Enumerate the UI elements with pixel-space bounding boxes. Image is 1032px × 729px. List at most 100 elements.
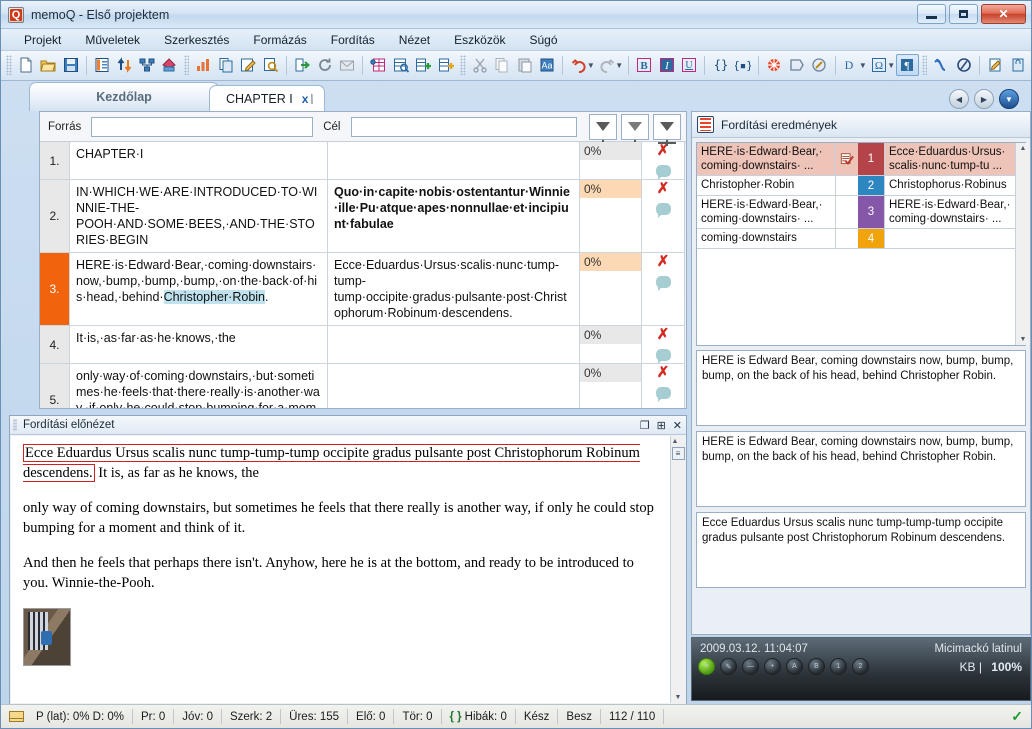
- error-x-icon[interactable]: ✗: [657, 254, 670, 269]
- comment-bubble-icon[interactable]: [655, 387, 671, 402]
- split-icon[interactable]: [953, 54, 975, 76]
- tab-kezdolap[interactable]: Kezdőlap: [29, 82, 219, 111]
- pilcrow-icon[interactable]: ¶: [896, 54, 919, 76]
- status-pen-icon[interactable]: ✎: [720, 658, 737, 675]
- menu-forditas[interactable]: Fordítás: [320, 30, 386, 50]
- edit-document-icon[interactable]: [237, 54, 259, 76]
- menu-muveletek[interactable]: Műveletek: [74, 30, 151, 50]
- row-target-text[interactable]: Quo·in·capite·nobis·ostentantur·Winnie·i…: [328, 180, 580, 252]
- row-source-text[interactable]: CHAPTER·I: [70, 142, 328, 179]
- tab-close-icon[interactable]: x: [302, 92, 309, 106]
- table-row[interactable]: 5. only·way·of·coming·downstairs,·but·so…: [40, 364, 684, 408]
- underline-icon[interactable]: U: [678, 54, 700, 76]
- error-x-icon[interactable]: ✗: [657, 365, 670, 380]
- scroll-up-icon[interactable]: ▲: [672, 436, 685, 447]
- tag-insert-icon[interactable]: {}: [709, 54, 731, 76]
- edit-note-icon[interactable]: [984, 54, 1006, 76]
- toolbar-grip-3[interactable]: [460, 55, 466, 75]
- target-filter-input[interactable]: [350, 116, 577, 137]
- dropcap-icon[interactable]: D: [839, 54, 861, 76]
- scroll-up-icon[interactable]: ▲: [1020, 143, 1027, 154]
- row-source-text[interactable]: only·way·of·coming·downstairs,·but·somet…: [70, 364, 328, 408]
- add-term-icon[interactable]: [412, 54, 434, 76]
- paste-icon[interactable]: [514, 54, 536, 76]
- term-base-icon[interactable]: [367, 54, 389, 76]
- nav-prev-icon[interactable]: ◀: [949, 89, 969, 109]
- menu-nezet[interactable]: Nézet: [388, 30, 441, 50]
- cut-icon[interactable]: [469, 54, 491, 76]
- add-term-plus-icon[interactable]: [435, 54, 457, 76]
- comment-icon[interactable]: [786, 54, 808, 76]
- menu-szerkesztes[interactable]: Szerkesztés: [153, 30, 240, 50]
- status-b-icon[interactable]: B: [808, 658, 825, 675]
- nav-next-icon[interactable]: ▶: [974, 89, 994, 109]
- results-vertical-scrollbar[interactable]: ▲ ▼: [1015, 143, 1030, 345]
- toolbar-grip-4[interactable]: [921, 55, 928, 75]
- export-icon[interactable]: [291, 54, 313, 76]
- row-target-text[interactable]: Ecce·Eduardus·Ursus·scalis·nunc·tump-tum…: [328, 253, 580, 325]
- lock-icon[interactable]: [1007, 54, 1029, 76]
- redo-icon[interactable]: [596, 54, 618, 76]
- copy-document-icon[interactable]: [215, 54, 237, 76]
- status-minus-icon[interactable]: —: [742, 658, 759, 675]
- source-filter-input[interactable]: [91, 116, 314, 137]
- menu-formazas[interactable]: Formázás: [242, 30, 317, 50]
- format-painter-icon[interactable]: Aa: [536, 54, 558, 76]
- error-x-icon[interactable]: ✗: [657, 327, 670, 342]
- error-x-icon[interactable]: ✗: [657, 143, 670, 158]
- status-dot-icon[interactable]: •: [764, 658, 781, 675]
- mail-icon[interactable]: [336, 54, 358, 76]
- restore-icon[interactable]: ❐: [640, 419, 650, 432]
- symbol-icon[interactable]: Ω: [868, 54, 890, 76]
- list-item[interactable]: coming·downstairs 4: [697, 229, 1015, 249]
- maximize-button[interactable]: [949, 4, 978, 24]
- preview-document[interactable]: Ecce Eduardus Ursus scalis nunc tump-tum…: [11, 436, 670, 703]
- list-item[interactable]: HERE·is·Edward·Bear,· coming·downstairs·…: [697, 143, 1015, 176]
- close-icon[interactable]: ✕: [673, 419, 682, 432]
- toolbar-grip[interactable]: [6, 55, 12, 75]
- undo-icon[interactable]: [567, 54, 589, 76]
- tab-chapter-i[interactable]: CHAPTER I x \: [209, 85, 326, 111]
- row-source-text[interactable]: IN·WHICH·WE·ARE·INTRODUCED·TO·WINNIE-THE…: [70, 180, 328, 252]
- status-2-icon[interactable]: 2: [852, 658, 869, 675]
- scroll-down-icon[interactable]: ▼: [1020, 334, 1027, 345]
- table-row[interactable]: 2. IN·WHICH·WE·ARE·INTRODUCED·TO·WINNIE-…: [40, 180, 684, 253]
- table-row[interactable]: 3. HERE·is·Edward·Bear,·coming·downstair…: [40, 253, 684, 326]
- statistics-icon[interactable]: [192, 54, 214, 76]
- menu-sugo[interactable]: Súgó: [519, 30, 569, 50]
- toolbar-grip-2[interactable]: [183, 55, 190, 75]
- minimize-button[interactable]: [917, 4, 946, 24]
- tag-pair-icon[interactable]: {▪}: [732, 54, 754, 76]
- italic-icon[interactable]: I: [656, 54, 678, 76]
- comment-bubble-icon[interactable]: [655, 165, 671, 180]
- table-row[interactable]: 4. It·is,·as·far·as·he·knows,·the 0% ✗: [40, 326, 684, 364]
- comment-bubble-icon[interactable]: [655, 276, 671, 291]
- row-target-text[interactable]: [328, 142, 580, 179]
- bold-icon[interactable]: B: [633, 54, 655, 76]
- row-source-text[interactable]: HERE·is·Edward·Bear,·coming·downstairs·n…: [70, 253, 328, 325]
- status-1-icon[interactable]: 1: [830, 658, 847, 675]
- quality-icon[interactable]: [808, 54, 830, 76]
- sort-icon[interactable]: [652, 113, 681, 146]
- import-export-icon[interactable]: [113, 54, 135, 76]
- filter-funnel-icon[interactable]: [588, 113, 617, 146]
- nav-menu-icon[interactable]: ▼: [999, 89, 1019, 109]
- preview-vertical-scrollbar[interactable]: ▲ ≡ ▼: [670, 436, 685, 703]
- scroll-down-icon[interactable]: ▼: [675, 692, 682, 703]
- project-icon[interactable]: [91, 54, 113, 76]
- grid-vertical-scrollbar[interactable]: ▲: [684, 142, 686, 408]
- preview-document-icon[interactable]: [260, 54, 282, 76]
- comment-bubble-icon[interactable]: [655, 349, 671, 364]
- list-item[interactable]: HERE·is·Edward·Bear,· coming·downstairs·…: [697, 196, 1015, 229]
- preview-grip[interactable]: [13, 419, 17, 431]
- menu-projekt[interactable]: Projekt: [13, 30, 72, 50]
- save-icon[interactable]: [59, 54, 81, 76]
- refresh-icon[interactable]: [313, 54, 335, 76]
- preview-options-icon[interactable]: ≡: [671, 447, 685, 460]
- status-a-icon[interactable]: A: [786, 658, 803, 675]
- join-icon[interactable]: [930, 54, 952, 76]
- close-button[interactable]: ✕: [981, 4, 1026, 24]
- row-target-text[interactable]: [328, 326, 580, 363]
- network-icon[interactable]: [136, 54, 158, 76]
- concordance-icon[interactable]: [390, 54, 412, 76]
